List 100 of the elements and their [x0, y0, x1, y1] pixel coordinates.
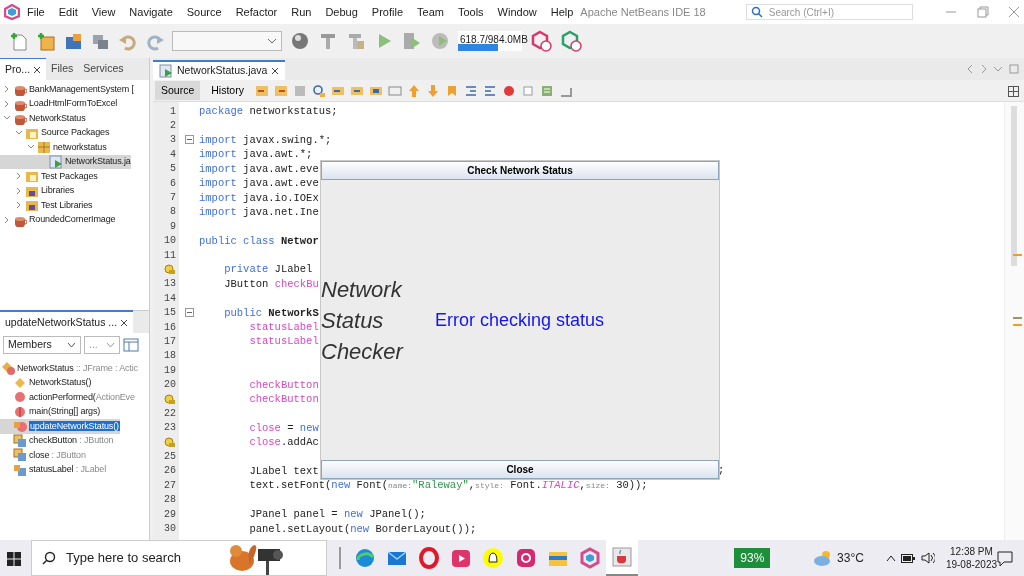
member-item[interactable]: checkButton : JButton — [0, 433, 114, 448]
hexagon-icon[interactable] — [579, 547, 601, 569]
profiler-clock-icon[interactable] — [530, 30, 552, 52]
menu-item[interactable]: Profile — [364, 3, 410, 21]
search-field[interactable]: Search (Ctrl+I) — [745, 4, 914, 20]
shift-right-icon[interactable] — [482, 83, 497, 98]
ghost-icon[interactable] — [482, 547, 505, 569]
close-icon[interactable] — [120, 319, 129, 327]
debug-icon[interactable] — [402, 31, 422, 51]
menu-item[interactable]: Window — [490, 3, 544, 21]
menu-item[interactable]: Refactor — [228, 3, 285, 21]
configuration-dropdown[interactable] — [172, 31, 282, 51]
bookmark-next-icon[interactable] — [425, 83, 440, 98]
chevron-up-icon[interactable] — [885, 554, 896, 562]
menu-item[interactable]: Source — [179, 3, 229, 21]
ring-icon[interactable] — [418, 547, 441, 569]
chevron-icon[interactable] — [3, 85, 11, 94]
close-button[interactable]: Close — [321, 460, 719, 479]
globe-icon[interactable] — [290, 31, 310, 51]
tree-item[interactable]: NetworkStatus.ja — [0, 154, 131, 169]
battery-icon[interactable] — [901, 553, 916, 563]
panel-tab[interactable]: Pro... — [0, 58, 47, 81]
chevron-right-icon[interactable] — [979, 64, 988, 74]
panel-layout-icon[interactable] — [123, 338, 139, 352]
profiler-reset-icon[interactable] — [560, 30, 582, 52]
new-file-icon[interactable] — [10, 31, 29, 51]
panel-tab[interactable]: Files — [46, 58, 79, 80]
members-dropdown[interactable]: Members — [3, 336, 81, 354]
tree-item[interactable]: Test Libraries — [0, 198, 93, 213]
view-tab[interactable]: History — [205, 80, 250, 101]
chevron-icon[interactable] — [15, 186, 23, 195]
profile-icon[interactable] — [430, 31, 450, 51]
tree-item[interactable]: NetworkStatus — [0, 111, 86, 126]
taskbar-search-bar[interactable]: Type here to search — [31, 540, 327, 576]
tree-item[interactable]: LoadHtmlFormToExcel — [0, 96, 118, 111]
fold-icon[interactable] — [184, 308, 194, 318]
chevron-icon[interactable] — [3, 99, 11, 108]
file-tab[interactable]: NetworkStatus.java — [153, 60, 286, 80]
member-item[interactable]: NetworkStatus :: JFrame : Actic — [0, 361, 138, 376]
comment-icon[interactable] — [539, 83, 554, 98]
menu-item[interactable]: Tools — [450, 3, 491, 21]
panel-tab[interactable]: updateNetworkStatus ... — [0, 310, 134, 334]
search-input[interactable]: Search (Ctrl+I) — [768, 4, 909, 20]
menu-item[interactable]: View — [84, 3, 123, 21]
close-icon[interactable] — [271, 67, 280, 75]
shift-left-icon[interactable] — [463, 83, 478, 98]
chevron-icon[interactable] — [15, 201, 23, 210]
view-tab[interactable]: Source — [155, 80, 201, 101]
warning-marker[interactable] — [1013, 324, 1022, 326]
chevron-icon[interactable] — [15, 172, 23, 181]
lightbulb-icon[interactable] — [164, 393, 176, 405]
browser-icon[interactable] — [353, 547, 376, 569]
member-item[interactable]: updateNetworkStatus() — [0, 419, 120, 434]
bookmark-previous-icon[interactable] — [406, 83, 421, 98]
tree-item[interactable]: Libraries — [0, 183, 75, 198]
new-project-icon[interactable] — [37, 31, 56, 51]
member-item[interactable]: close : JButton — [0, 448, 86, 463]
tree-item[interactable]: networkstatus — [0, 140, 107, 155]
speaker-icon[interactable] — [920, 552, 935, 564]
menu-item[interactable]: Edit — [51, 3, 85, 21]
lightbulb-icon[interactable] — [164, 264, 176, 275]
clean-build-icon[interactable] — [346, 31, 366, 51]
menu-item[interactable]: Team — [410, 3, 451, 21]
menu-item[interactable]: File — [20, 3, 52, 21]
notification-icon[interactable] — [997, 550, 1014, 567]
split-icon[interactable] — [1008, 85, 1020, 97]
clock-date[interactable]: 19-08-2023 — [945, 558, 998, 571]
tree-item[interactable]: RoundedCornerImage — [0, 212, 116, 227]
menu-item[interactable]: Navigate — [122, 3, 180, 21]
clapperboard-icon[interactable] — [450, 547, 473, 569]
chevron-icon[interactable] — [3, 215, 11, 224]
fold-icon[interactable] — [184, 135, 194, 145]
warning-marker[interactable] — [1013, 254, 1022, 256]
lightbulb-icon[interactable] — [164, 436, 176, 448]
hammer-icon[interactable] — [318, 31, 338, 51]
tree-item[interactable]: Test Packages — [0, 169, 98, 184]
check-status-button[interactable]: Check Network Status — [321, 161, 719, 180]
maximize-icon[interactable] — [1008, 64, 1019, 74]
chevron-down-icon[interactable] — [993, 65, 1003, 73]
open-project-icon[interactable] — [64, 31, 83, 51]
restore-icon[interactable] — [976, 6, 989, 18]
chevron-left-icon[interactable] — [966, 64, 974, 74]
coffee-cup-icon[interactable] — [611, 546, 634, 568]
camera-icon[interactable] — [514, 547, 537, 569]
member-item[interactable]: main(String[] args) — [0, 404, 101, 419]
member-item[interactable]: statusLabel : JLabel — [0, 462, 107, 477]
menu-item[interactable]: Debug — [318, 3, 365, 21]
tree-item[interactable]: Source Packages — [0, 125, 110, 140]
warning-marker[interactable] — [1013, 317, 1022, 319]
scrollbar[interactable] — [1004, 102, 1024, 540]
windows-start-icon[interactable] — [5, 550, 22, 567]
clock-time[interactable]: 12:38 PM — [945, 545, 998, 558]
tree-item[interactable]: BankManagementSystem [ — [0, 82, 134, 97]
member-item[interactable]: actionPerformed(ActionEve — [0, 390, 135, 405]
taskbar-search-field[interactable]: Type here to search — [64, 547, 214, 569]
chevron-icon[interactable] — [15, 128, 23, 137]
close-icon[interactable] — [33, 66, 42, 74]
menu-item[interactable]: Run — [284, 3, 319, 21]
find-icon[interactable] — [311, 83, 326, 98]
record-icon[interactable] — [501, 83, 516, 98]
